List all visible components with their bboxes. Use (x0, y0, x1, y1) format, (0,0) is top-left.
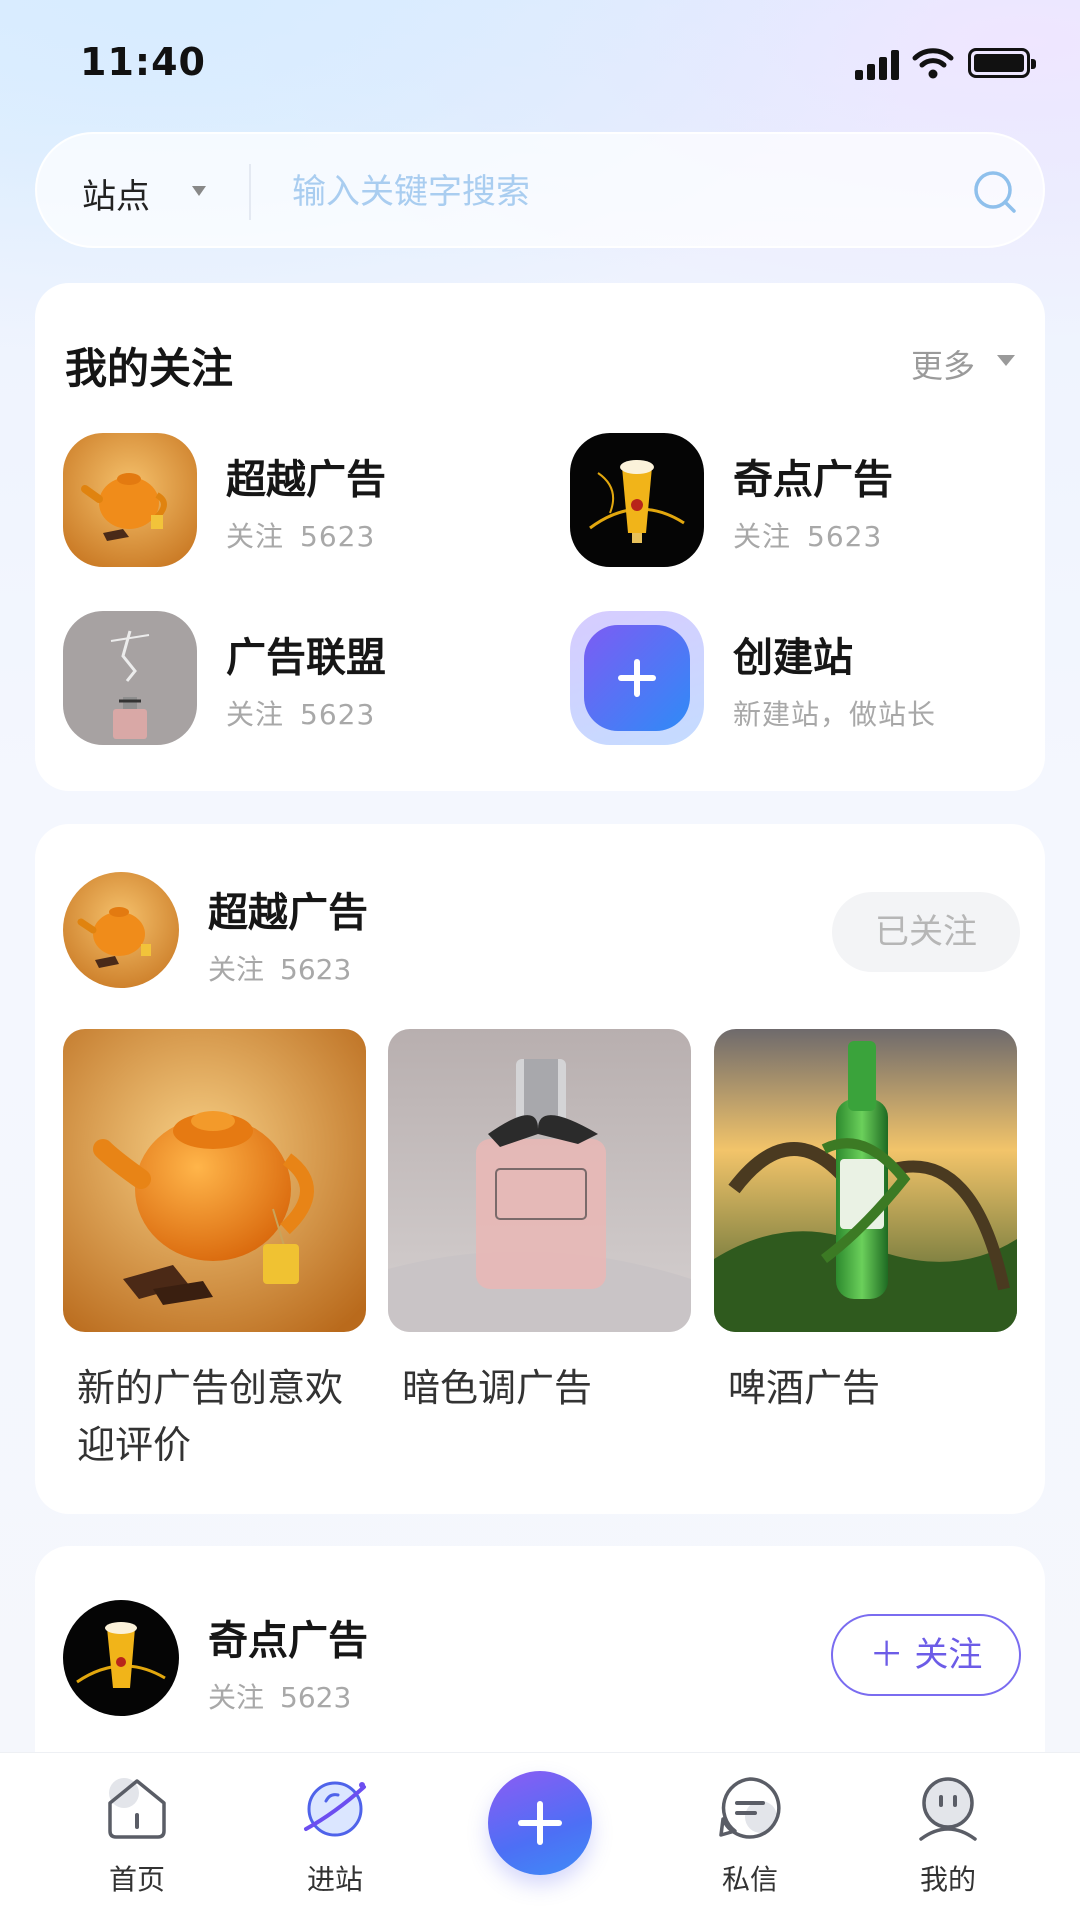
post-caption: 暗色调广告 (402, 1366, 593, 1410)
follow-item[interactable]: 广告联盟 关注 5623 (63, 611, 523, 745)
station-name[interactable]: 超越广告 (208, 880, 368, 938)
station-avatar[interactable] (63, 1600, 179, 1716)
search-divider (249, 164, 251, 220)
create-station-sub: 新建站，做站长 (733, 698, 937, 731)
follow-item-stats: 关注 5623 (226, 698, 376, 731)
station-name[interactable]: 奇点广告 (208, 1608, 368, 1666)
follow-item-stats: 关注 5623 (733, 520, 883, 553)
caret-down-icon[interactable] (997, 355, 1015, 366)
tab-label: 我的 (919, 1863, 976, 1896)
bottom-tab-bar: 首页 进站 私信 我的 (0, 1752, 1080, 1920)
tab-profile[interactable]: 我的 (883, 1773, 1013, 1903)
search-icon[interactable] (972, 169, 1018, 215)
profile-icon (919, 1777, 977, 1841)
search-input[interactable] (292, 164, 932, 220)
caret-down-icon[interactable] (192, 186, 206, 196)
station-avatar[interactable] (63, 872, 179, 988)
status-time: 11:40 (80, 40, 206, 84)
follow-item[interactable]: 超越广告 关注 5623 (63, 433, 523, 567)
add-icon[interactable] (488, 1771, 592, 1875)
tab-label: 进站 (306, 1863, 363, 1896)
follow-item-name: 奇点广告 (733, 457, 893, 503)
planet-icon (304, 1781, 366, 1837)
follow-item[interactable]: 奇点广告 关注 5623 (570, 433, 1030, 567)
post-item[interactable]: 啤酒广告 (714, 1029, 1017, 1417)
my-follows-title: 我的关注 (65, 344, 234, 393)
post-caption: 新的广告创意欢迎评价 (77, 1366, 344, 1467)
signal-icon (855, 48, 901, 80)
my-follows-card: 我的关注 更多 超越广告 关注 5623 奇点广告 关注 5623 广告联盟 关… (35, 283, 1045, 791)
wifi-icon (912, 48, 954, 79)
site-selector[interactable]: 站点 (82, 169, 150, 218)
tab-enter-station[interactable]: 进站 (270, 1773, 400, 1903)
followed-button[interactable]: 已关注 (832, 892, 1020, 972)
tab-messages[interactable]: 私信 (685, 1773, 815, 1903)
tab-label: 私信 (721, 1863, 778, 1896)
battery-icon (968, 48, 1036, 78)
follow-item-name: 广告联盟 (226, 635, 386, 681)
perfume-dancer-thumbnail (63, 611, 197, 745)
perfume-bottle-image (388, 1029, 691, 1332)
post-item[interactable]: 新的广告创意欢迎评价 (63, 1029, 366, 1474)
beer-glass-thumbnail (570, 433, 704, 567)
follow-button[interactable]: ＋ 关注 (831, 1614, 1021, 1696)
more-link[interactable]: 更多 (911, 341, 975, 387)
tab-home[interactable]: 首页 (72, 1773, 202, 1903)
follow-item-name: 超越广告 (226, 457, 386, 503)
create-station-item[interactable]: 创建站 新建站，做站长 (570, 611, 1030, 745)
message-icon (719, 1777, 781, 1839)
search-bar: 站点 (35, 132, 1045, 248)
bulmers-bottle-image (714, 1029, 1017, 1332)
tab-label: 首页 (108, 1863, 165, 1896)
post-caption: 啤酒广告 (728, 1366, 881, 1410)
orange-teapot-image (63, 1029, 366, 1332)
station-feed-card: 超越广告 关注 5623 已关注 新的广告创意欢迎评价 暗色调广告 啤酒广告 (35, 824, 1045, 1514)
orange-teapot-thumbnail (63, 433, 197, 567)
station-stats: 关注 5623 (208, 953, 352, 986)
create-station-icon (570, 611, 704, 745)
home-icon (108, 1778, 166, 1839)
follow-item-stats: 关注 5623 (226, 520, 376, 553)
station-stats: 关注 5623 (208, 1681, 352, 1714)
status-bar: 11:40 (0, 0, 1080, 128)
post-item[interactable]: 暗色调广告 (388, 1029, 691, 1417)
create-station-label: 创建站 (733, 635, 853, 681)
